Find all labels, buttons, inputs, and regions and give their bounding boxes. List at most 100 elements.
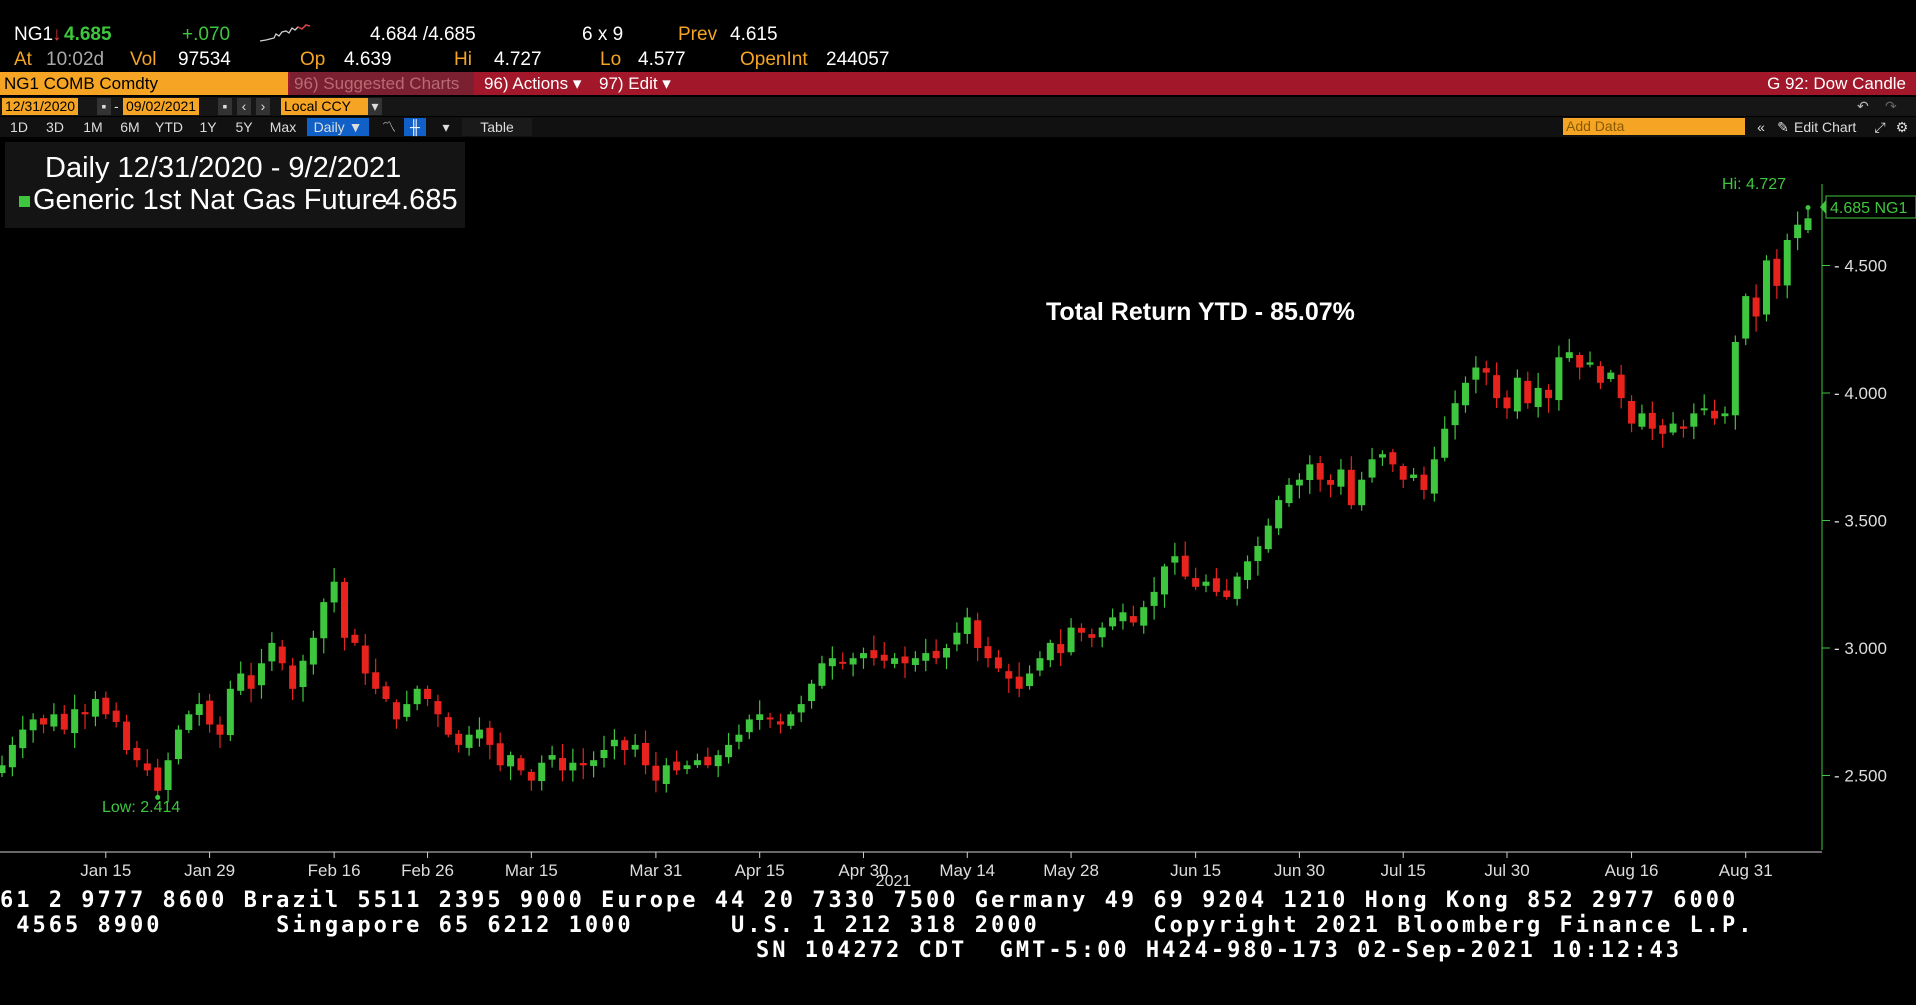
candlestick-chart[interactable]: - 2.500 - 3.000 - 3.500 - 4.000 - 4.500 Jan … <box>0 138 1916 888</box>
candle-up[interactable] <box>403 704 411 717</box>
candle-down[interactable] <box>123 721 131 750</box>
candle-up[interactable] <box>808 683 816 702</box>
chevron-down-icon[interactable]: ▾ <box>368 98 382 115</box>
candle-down[interactable] <box>994 657 1002 669</box>
candle-up[interactable] <box>330 581 338 603</box>
candle-down[interactable] <box>673 761 681 771</box>
candle-up[interactable] <box>1555 357 1563 401</box>
candle-down[interactable] <box>1659 425 1667 434</box>
candle-down[interactable] <box>652 765 660 781</box>
candle-down[interactable] <box>901 656 909 664</box>
candle-up[interactable] <box>953 632 961 645</box>
redo-icon[interactable]: ↷ <box>1885 98 1897 115</box>
range-6m[interactable]: 6M <box>113 118 147 136</box>
candle-up[interactable] <box>963 617 971 634</box>
candle-up[interactable] <box>1098 627 1106 638</box>
candle-up[interactable] <box>538 762 546 782</box>
candle-up[interactable] <box>309 637 317 665</box>
candle-down[interactable] <box>1628 401 1636 424</box>
candle-up[interactable] <box>1295 479 1303 486</box>
quote-ticker[interactable]: NG1 <box>14 24 53 46</box>
candle-up[interactable] <box>1109 617 1117 627</box>
candle-up[interactable] <box>1119 612 1127 622</box>
table-button[interactable]: Table <box>462 118 532 136</box>
candle-down[interactable] <box>1752 297 1760 317</box>
candle-up[interactable] <box>1451 403 1459 426</box>
candle-up[interactable] <box>299 660 307 687</box>
candle-up[interactable] <box>1337 469 1345 487</box>
candle-down[interactable] <box>839 661 847 664</box>
candle-up[interactable] <box>756 714 764 721</box>
candle-up[interactable] <box>1254 546 1262 562</box>
candle-up[interactable] <box>1430 459 1438 494</box>
chevron-left-icon[interactable]: ‹ <box>237 98 251 115</box>
candle-down[interactable] <box>424 688 432 699</box>
candle-down[interactable] <box>1576 355 1584 368</box>
candle-up[interactable] <box>1244 561 1252 580</box>
candle-up[interactable] <box>1410 474 1418 478</box>
candle-down[interactable] <box>1524 380 1532 404</box>
candle-down[interactable] <box>1617 374 1625 399</box>
candle-down[interactable] <box>517 758 525 771</box>
candle-down[interactable] <box>1316 463 1324 480</box>
candle-down[interactable] <box>40 718 48 725</box>
range-1d[interactable]: 1D <box>4 118 34 136</box>
expand-icon[interactable]: ⤢ <box>1872 118 1888 136</box>
range-ytd[interactable]: YTD <box>150 118 188 136</box>
pencil-icon[interactable]: ✎ <box>1776 118 1790 136</box>
candle-up[interactable] <box>164 760 172 791</box>
candle-up[interactable] <box>1513 377 1521 412</box>
candle-down[interactable] <box>434 701 442 715</box>
candle-down[interactable] <box>206 700 214 725</box>
candle-down[interactable] <box>1212 578 1220 592</box>
candle-down[interactable] <box>133 747 141 761</box>
candle-up[interactable] <box>1534 387 1542 407</box>
candle-down[interactable] <box>642 742 650 766</box>
candle-up[interactable] <box>662 765 670 785</box>
candle-down[interactable] <box>1088 634 1096 638</box>
currency-select[interactable]: Local CCY <box>281 98 372 115</box>
candle-down[interactable] <box>143 763 151 771</box>
candle-up[interactable] <box>1731 342 1739 416</box>
candle-down[interactable] <box>1545 389 1553 399</box>
candle-up[interactable] <box>1306 464 1314 481</box>
candle-down[interactable] <box>974 620 982 648</box>
candle-down[interactable] <box>766 717 774 720</box>
candle-down[interactable] <box>1389 452 1397 465</box>
candle-up[interactable] <box>590 760 598 766</box>
candle-up[interactable] <box>610 739 618 747</box>
edit-chart-button[interactable]: Edit Chart <box>1794 118 1866 136</box>
candle-up[interactable] <box>257 663 265 686</box>
candle-down[interactable] <box>1057 644 1065 654</box>
candle-down[interactable] <box>372 672 380 689</box>
candle-down[interactable] <box>382 686 390 699</box>
candle-up[interactable] <box>828 658 836 667</box>
candle-down[interactable] <box>486 727 494 745</box>
range-3d[interactable]: 3D <box>38 118 72 136</box>
suggested-charts-button[interactable]: 96) Suggested Charts <box>290 72 474 95</box>
candle-up[interactable] <box>1026 673 1034 687</box>
candle-up[interactable] <box>1441 428 1449 458</box>
calendar-icon[interactable]: ▪ <box>97 98 111 115</box>
candle-up[interactable] <box>1150 591 1158 606</box>
candle-up[interactable] <box>1565 352 1573 359</box>
candle-up[interactable] <box>1586 362 1594 365</box>
candle-up[interactable] <box>745 719 753 733</box>
candle-up[interactable] <box>859 653 867 659</box>
candle-up[interactable] <box>818 663 826 686</box>
candle-up[interactable] <box>226 688 234 736</box>
collapse-icon[interactable]: « <box>1752 118 1770 136</box>
candle-down[interactable] <box>1181 555 1189 577</box>
candle-down[interactable] <box>392 702 400 720</box>
candle-down[interactable] <box>704 756 712 766</box>
period-select[interactable]: Daily ▼ <box>307 118 369 136</box>
candle-down[interactable] <box>932 650 940 659</box>
candle-up[interactable] <box>1285 484 1293 504</box>
security-field[interactable]: NG1 COMB Comdty <box>0 72 288 95</box>
candle-down[interactable] <box>1005 671 1013 679</box>
candle-down[interactable] <box>102 697 110 715</box>
candle-down[interactable] <box>1223 590 1231 597</box>
candle-down[interactable] <box>81 712 89 715</box>
candle-up[interactable] <box>1690 413 1698 427</box>
candle-up[interactable] <box>1638 413 1646 427</box>
